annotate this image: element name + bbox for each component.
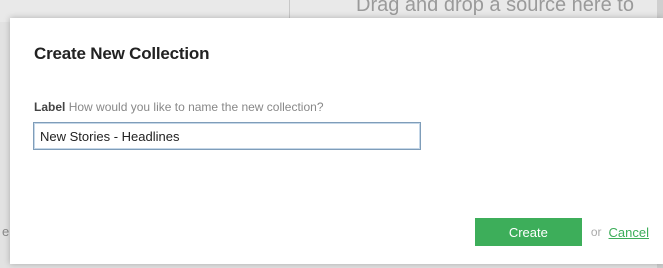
collection-name-input[interactable] [33, 122, 421, 150]
create-button[interactable]: Create [474, 218, 582, 246]
dialog-title: Create New Collection [34, 44, 210, 63]
dialog-footer: Create or Cancel [474, 218, 649, 246]
create-collection-dialog: Create New Collection Label How would yo… [10, 18, 663, 264]
or-separator: or [590, 225, 602, 239]
drop-source-hint: Drag and drop a source here to [356, 0, 634, 16]
field-hint: How would you like to name the new colle… [68, 100, 324, 114]
label-field-row: Label How would you like to name the new… [34, 100, 324, 114]
cancel-link[interactable]: Cancel [609, 225, 649, 240]
field-label: Label [34, 100, 66, 114]
background-edge-text: e [2, 224, 10, 239]
